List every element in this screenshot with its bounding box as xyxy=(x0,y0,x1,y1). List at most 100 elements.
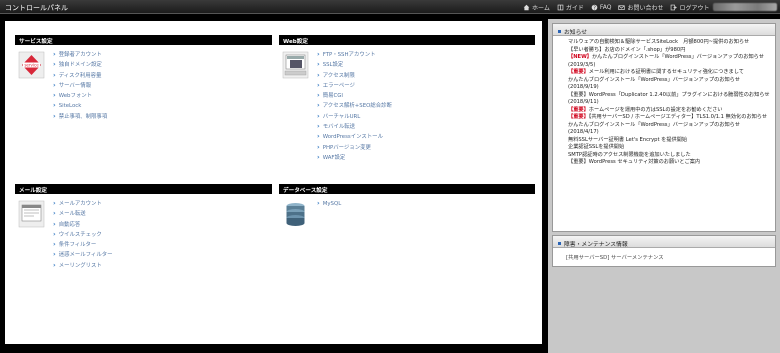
news-item[interactable]: マルウェアの自動検知＆駆除サービスSiteLock 月額800円~提供のお知らせ xyxy=(568,39,775,47)
home-icon xyxy=(523,4,530,11)
link-disk[interactable]: ディスク利用容量 xyxy=(53,70,107,80)
link-error-page[interactable]: エラーページ xyxy=(317,80,392,90)
section-title: データベース設定 xyxy=(279,184,535,194)
news-item[interactable]: 【重要】【共用サーバーSD / ホームページエディター】TLS1.0/1.1 無… xyxy=(568,114,775,122)
question-icon: ? xyxy=(591,4,598,11)
news-text: マルウェアの自動検知＆駆除サービスSiteLock 月額800円~提供のお知らせ xyxy=(568,39,750,45)
service-badge-icon: service xyxy=(18,51,45,79)
service-links: 登録者アカウント 独自ドメイン設定 ディスク利用容量 サーバー情報 Webフォン… xyxy=(53,49,108,121)
maintenance-item[interactable]: [共用サーバーSD] サーバーメンテナンス xyxy=(553,248,775,261)
section-title: サービス設定 xyxy=(15,35,272,45)
nav-guide[interactable]: ガイド xyxy=(557,3,584,12)
link-virus-check[interactable]: ウイルスチェック xyxy=(53,229,113,239)
nav-faq[interactable]: ? FAQ xyxy=(591,3,611,12)
news-text: ホームページを運用中の方はSSLの設定をお勧めください xyxy=(588,106,723,113)
news-text: かんたんブログインストール「WordPress」バージョンアップのお知らせ xyxy=(568,121,740,128)
news-text: 企業認証SSLを提供開始 xyxy=(568,144,625,150)
mail-window-icon xyxy=(18,200,45,228)
news-list: マルウェアの自動検知＆駆除サービスSiteLock 月額800円~提供のお知らせ… xyxy=(553,36,775,167)
section-title: Web設定 xyxy=(279,35,535,45)
link-mysql[interactable]: MySQL xyxy=(317,198,342,208)
news-item[interactable]: (2019/3/5) xyxy=(568,62,775,70)
square-bullet-icon xyxy=(558,242,561,245)
news-item[interactable]: かんたんブログインストール「WordPress」バージョンアップのお知らせ xyxy=(568,77,775,85)
link-php[interactable]: PHPバージョン変更 xyxy=(317,142,392,152)
mail-icon xyxy=(618,5,626,10)
database-settings-section: データベース設定 MySQL xyxy=(279,184,535,226)
link-access-limit[interactable]: アクセス制限 xyxy=(317,70,392,80)
news-tag: 【重要】 xyxy=(568,106,589,113)
link-mail-account[interactable]: メールアカウント xyxy=(53,198,113,208)
news-text: (2018/9/11) xyxy=(568,99,599,105)
news-item[interactable]: 企業認証SSLを提供開始 xyxy=(568,144,775,152)
web-links: FTP・SSHアカウント SSL設定 アクセス制限 エラーページ 簡易CGI ア… xyxy=(317,49,392,162)
link-server-info[interactable]: サーバー情報 xyxy=(53,80,107,90)
right-sidebar: お知らせ マルウェアの自動検知＆駆除サービスSiteLock 月額800円~提供… xyxy=(548,19,780,353)
top-bar: コントロールパネル ホーム ガイド ? FAQ お問い合わせ ログアウト xyxy=(0,0,780,14)
link-cgi[interactable]: 簡易CGI xyxy=(317,90,392,100)
link-filter[interactable]: 条件フィルター xyxy=(53,239,113,249)
news-item[interactable]: 【重要】メール利用における証明書に関するセキュリティ強化につきまして xyxy=(568,69,775,77)
news-header: お知らせ xyxy=(553,24,775,36)
web-settings-section: Web設定 FTP・SSHアカウント SSL設定 アクセス制限 エラーページ 簡… xyxy=(279,35,535,161)
link-mailing-list[interactable]: メーリングリスト xyxy=(53,260,113,270)
news-text: (2018/4/17) xyxy=(568,129,599,135)
news-tag: 【重要】 xyxy=(568,69,589,75)
mail-settings-section: メール設定 メールアカウント メール転送 自動応答 ウイルスチェック 条件フィル… xyxy=(15,184,272,269)
link-domain[interactable]: 独自ドメイン設定 xyxy=(53,59,107,69)
news-tag: 【NEW】 xyxy=(568,54,592,60)
link-prohibited[interactable]: 禁止事項、制限事項 xyxy=(53,111,108,121)
link-spam-filter[interactable]: 迷惑メールフィルター xyxy=(53,249,113,259)
news-item[interactable]: 無料SSLサーバー証明書 Let's Encrypt を提供開始 xyxy=(568,137,775,145)
link-analytics[interactable]: アクセス解析+SEO総合診断 xyxy=(317,100,392,110)
news-item[interactable]: 【重要】ホームページを運用中の方はSSLの設定をお勧めください xyxy=(568,107,775,115)
link-ftp[interactable]: FTP・SSHアカウント xyxy=(317,49,392,59)
news-text: メール利用における証明書に関するセキュリティ強化につきまして xyxy=(588,69,744,75)
svg-text:service: service xyxy=(24,63,39,68)
link-ssl[interactable]: SSL設定 xyxy=(317,59,392,69)
news-item[interactable]: (2018/4/17) xyxy=(568,129,775,137)
link-auto-reply[interactable]: 自動応答 xyxy=(53,219,113,229)
news-text: 【共用サーバーSD / ホームページエディター】TLS1.0/1.1 無効化のお… xyxy=(588,114,768,120)
link-mail-forward[interactable]: メール転送 xyxy=(53,208,113,218)
nav-logout[interactable]: ログアウト xyxy=(670,3,710,12)
mail-links: メールアカウント メール転送 自動応答 ウイルスチェック 条件フィルター 迷惑メ… xyxy=(53,198,113,270)
link-sitelock[interactable]: SiteLock xyxy=(53,100,107,110)
svg-text:?: ? xyxy=(593,5,596,11)
news-text: (2018/9/19) xyxy=(568,84,599,90)
news-item[interactable]: SMTP認証時のアクセス制限機能を追加いたしました xyxy=(568,152,775,160)
news-item[interactable]: 【重要】WordPress「Duplicator 1.2.40以前」プラグインに… xyxy=(568,92,775,100)
link-mobile[interactable]: モバイル転送 xyxy=(317,121,392,131)
top-nav: ホーム ガイド ? FAQ お問い合わせ ログアウト xyxy=(523,3,710,12)
user-name-blurred xyxy=(713,3,777,11)
news-item[interactable]: 【早い者勝ち】お店のドメイン「.shop」が980円 xyxy=(568,47,775,55)
service-settings-section: サービス設定 service 登録者アカウント 独自ドメイン設定 ディスク利用容… xyxy=(15,35,272,120)
news-item[interactable]: 【重要】WordPress セキュリティ対策のお願いとご案内 xyxy=(568,159,775,167)
main-panel: サービス設定 service 登録者アカウント 独自ドメイン設定 ディスク利用容… xyxy=(5,21,542,344)
news-item[interactable]: かんたんブログインストール「WordPress」バージョンアップのお知らせ xyxy=(568,122,775,130)
link-webfont[interactable]: Webフォント xyxy=(53,90,107,100)
maintenance-header: 障害・メンテナンス情報 xyxy=(553,236,775,248)
square-bullet-icon xyxy=(558,30,561,33)
news-item[interactable]: (2018/9/11) xyxy=(568,99,775,107)
book-icon xyxy=(557,4,564,11)
nav-home[interactable]: ホーム xyxy=(523,3,550,12)
section-title: メール設定 xyxy=(15,184,272,194)
news-text: 【重要】WordPress セキュリティ対策のお願いとご案内 xyxy=(568,159,701,165)
link-wordpress[interactable]: WordPressインストール xyxy=(317,131,392,141)
logout-icon xyxy=(671,4,678,11)
database-icon xyxy=(286,203,305,226)
link-virtual-url[interactable]: バーチャルURL xyxy=(317,111,392,121)
news-text: 【早い者勝ち】お店のドメイン「.shop」が980円 xyxy=(568,46,686,53)
link-waf[interactable]: WAF設定 xyxy=(317,152,392,162)
link-account[interactable]: 登録者アカウント xyxy=(53,49,107,59)
news-tag: 【重要】 xyxy=(568,114,589,120)
news-item[interactable]: (2018/9/19) xyxy=(568,84,775,92)
news-text: かんたんブログインストール「WordPress」バージョンアップのお知らせ xyxy=(591,54,764,60)
maintenance-box: 障害・メンテナンス情報 [共用サーバーSD] サーバーメンテナンス xyxy=(552,235,776,267)
news-text: 【重要】WordPress「Duplicator 1.2.40以前」プラグインに… xyxy=(568,91,770,98)
news-item[interactable]: 【NEW】かんたんブログインストール「WordPress」バージョンアップのお知… xyxy=(568,54,775,62)
web-screen-icon xyxy=(282,51,309,79)
nav-contact[interactable]: お問い合わせ xyxy=(618,3,663,12)
db-links: MySQL xyxy=(317,198,342,208)
